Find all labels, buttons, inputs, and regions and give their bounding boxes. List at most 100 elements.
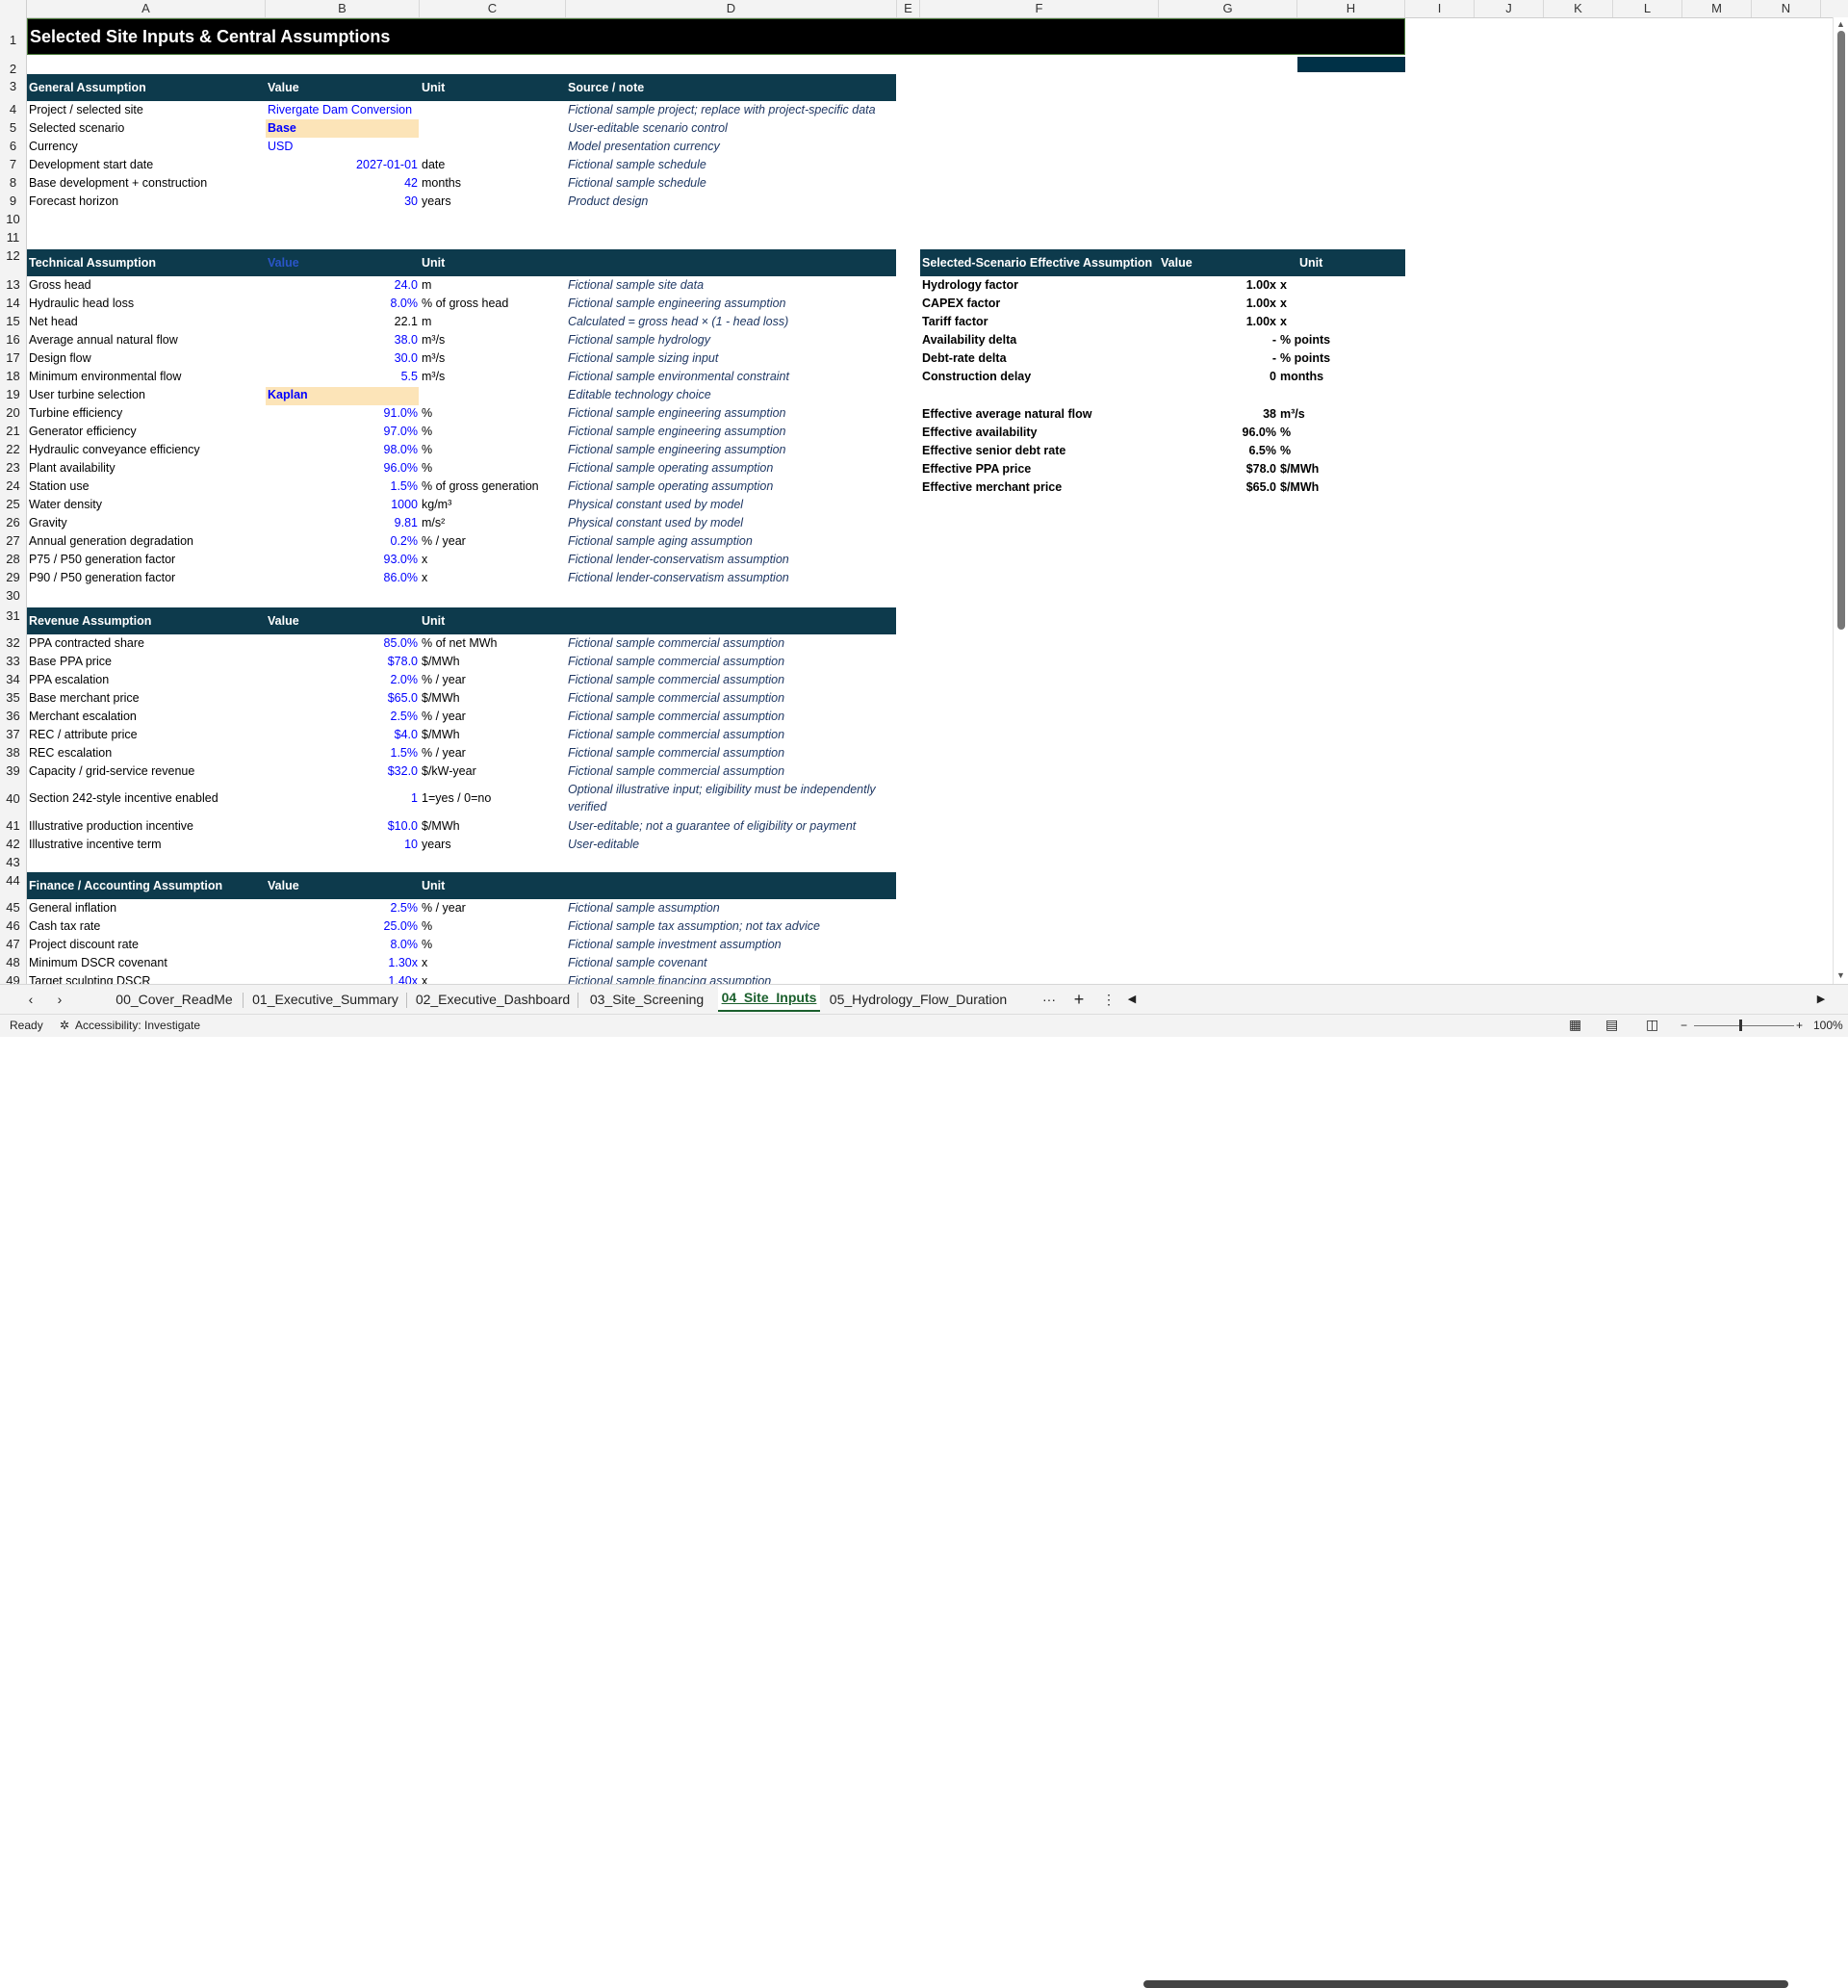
revenue-row-note[interactable]: Optional illustrative input; eligibility… xyxy=(568,781,876,799)
tab-scroll-right-icon[interactable]: › xyxy=(50,985,69,1014)
revenue-row-label[interactable]: Illustrative production incentive xyxy=(29,817,193,836)
effective-row-value[interactable]: 1.00x xyxy=(1159,295,1276,313)
zoom-in-icon[interactable]: + xyxy=(1796,1019,1803,1032)
effective-row-value[interactable]: - xyxy=(1159,331,1276,349)
row-number[interactable]: 40 xyxy=(0,791,26,806)
revenue-row-note[interactable]: Fictional sample commercial assumption xyxy=(568,671,784,689)
effective-derived-label[interactable]: Effective senior debt rate xyxy=(922,442,1065,460)
revenue-row-note-cont[interactable]: verified xyxy=(568,798,606,816)
col-K[interactable]: K xyxy=(1544,0,1613,17)
general-row-label[interactable]: Forecast horizon xyxy=(29,193,118,211)
row-number[interactable]: 2 xyxy=(0,62,26,76)
vertical-scroll-thumb[interactable] xyxy=(1837,31,1845,630)
effective-derived-value[interactable]: 96.0% xyxy=(1159,424,1276,442)
revenue-row-unit[interactable]: years xyxy=(422,836,451,854)
zoom-slider-track[interactable] xyxy=(1694,1025,1794,1026)
row-number[interactable]: 14 xyxy=(0,296,26,310)
effective-derived-label[interactable]: Effective merchant price xyxy=(922,478,1062,497)
row-number[interactable]: 44 xyxy=(0,873,26,888)
finance-row-note[interactable]: Fictional sample investment assumption xyxy=(568,936,782,954)
technical-row-note[interactable]: Fictional sample site data xyxy=(568,276,704,295)
general-row-value[interactable]: Base xyxy=(268,119,296,138)
effective-derived-value[interactable]: $65.0 xyxy=(1159,478,1276,497)
row-number[interactable]: 26 xyxy=(0,515,26,529)
revenue-row-note[interactable]: Fictional sample commercial assumption xyxy=(568,762,784,781)
revenue-row-unit[interactable]: $/MWh xyxy=(422,726,460,744)
general-row-value[interactable]: 42 xyxy=(266,174,418,193)
row-number[interactable]: 18 xyxy=(0,369,26,383)
technical-row-value[interactable]: 1.5% xyxy=(266,478,419,496)
row-number[interactable]: 10 xyxy=(0,212,26,226)
revenue-row-value[interactable]: 2.0% xyxy=(266,671,419,689)
technical-row-unit[interactable]: % xyxy=(422,423,432,441)
technical-row-unit[interactable]: m³/s xyxy=(422,368,445,386)
scroll-down-icon[interactable]: ▼ xyxy=(1836,970,1845,980)
revenue-row-note[interactable]: User-editable xyxy=(568,836,639,854)
technical-row-value[interactable]: 1000 xyxy=(266,496,418,514)
technical-row-note[interactable]: Fictional lender-conservatism assumption xyxy=(568,551,789,569)
technical-row-unit[interactable]: m xyxy=(422,313,431,331)
row-number[interactable]: 6 xyxy=(0,139,26,153)
finance-row-note[interactable]: Fictional sample financing assumption xyxy=(568,972,771,984)
finance-row-label[interactable]: Project discount rate xyxy=(29,936,139,954)
revenue-row-value[interactable]: 1.5% xyxy=(266,744,419,762)
technical-row-value[interactable]: 97.0% xyxy=(266,423,418,441)
vertical-scrollbar[interactable]: ▲ ▼ xyxy=(1833,17,1848,984)
row-number[interactable]: 28 xyxy=(0,552,26,566)
scroll-up-icon[interactable]: ▲ xyxy=(1836,19,1845,29)
general-row-value[interactable]: 30 xyxy=(266,193,418,211)
finance-row-note[interactable]: Fictional sample tax assumption; not tax… xyxy=(568,917,820,936)
technical-row-note[interactable]: Calculated = gross head × (1 - head loss… xyxy=(568,313,788,331)
tab-executive-summary[interactable]: 01_Executive_Summary xyxy=(246,985,404,1014)
finance-row-note[interactable]: Fictional sample covenant xyxy=(568,954,707,972)
col-J[interactable]: J xyxy=(1475,0,1544,17)
tab-cover-readme[interactable]: 00_Cover_ReadMe xyxy=(108,985,241,1014)
row-number[interactable]: 37 xyxy=(0,727,26,741)
technical-row-label[interactable]: P90 / P50 generation factor xyxy=(29,569,175,587)
row-number[interactable]: 16 xyxy=(0,332,26,347)
row-number[interactable]: 41 xyxy=(0,818,26,833)
technical-row-value[interactable]: 0.2% xyxy=(266,532,419,551)
revenue-row-value[interactable]: 10 xyxy=(266,836,418,854)
tab-executive-dashboard[interactable]: 02_Executive_Dashboard xyxy=(410,985,576,1014)
technical-row-note[interactable]: Fictional sample engineering assumption xyxy=(568,404,786,423)
general-row-note[interactable]: User-editable scenario control xyxy=(568,119,728,138)
revenue-row-label[interactable]: Capacity / grid-service revenue xyxy=(29,762,194,781)
technical-row-label[interactable]: Net head xyxy=(29,313,78,331)
zoom-level[interactable]: 100% xyxy=(1813,1019,1843,1032)
effective-derived-label[interactable]: Effective PPA price xyxy=(922,460,1031,478)
technical-row-unit[interactable]: m³/s xyxy=(422,331,445,349)
technical-row-label[interactable]: Minimum environmental flow xyxy=(29,368,181,386)
add-sheet-icon[interactable]: + xyxy=(1068,985,1090,1014)
general-row-label[interactable]: Selected scenario xyxy=(29,119,124,138)
revenue-row-note[interactable]: Fictional sample commercial assumption xyxy=(568,744,784,762)
technical-row-unit[interactable]: x xyxy=(422,551,427,569)
finance-row-label[interactable]: Minimum DSCR covenant xyxy=(29,954,167,972)
row-number[interactable]: 29 xyxy=(0,570,26,584)
revenue-row-note[interactable]: Fictional sample commercial assumption xyxy=(568,634,784,653)
row-number[interactable]: 30 xyxy=(0,588,26,603)
technical-row-value[interactable]: 22.1 xyxy=(266,313,418,331)
zoom-slider-thumb[interactable] xyxy=(1739,1020,1742,1031)
row-number[interactable]: 7 xyxy=(0,157,26,171)
revenue-row-label[interactable]: PPA escalation xyxy=(29,671,109,689)
effective-derived-unit[interactable]: % xyxy=(1280,424,1291,442)
revenue-row-note[interactable]: User-editable; not a guarantee of eligib… xyxy=(568,817,856,836)
col-A[interactable]: A xyxy=(27,0,266,17)
revenue-row-label[interactable]: PPA contracted share xyxy=(29,634,144,653)
sheet-menu-icon[interactable]: ⋮ xyxy=(1099,985,1118,1014)
finance-row-label[interactable]: Target sculpting DSCR xyxy=(29,972,150,984)
effective-row-unit[interactable]: x xyxy=(1280,313,1287,331)
revenue-row-label[interactable]: Base merchant price xyxy=(29,689,140,708)
row-number[interactable]: 13 xyxy=(0,277,26,292)
row-number[interactable]: 12 xyxy=(0,248,26,263)
row-number[interactable]: 1 xyxy=(0,33,26,47)
revenue-row-unit[interactable]: $/MWh xyxy=(422,817,460,836)
technical-row-note[interactable]: Fictional sample engineering assumption xyxy=(568,441,786,459)
row-number[interactable]: 49 xyxy=(0,973,26,984)
effective-derived-unit[interactable]: $/MWh xyxy=(1280,460,1319,478)
row-number[interactable]: 17 xyxy=(0,350,26,365)
hscroll-left-icon[interactable]: ◀ xyxy=(1124,985,1140,1014)
technical-row-note[interactable]: Physical constant used by model xyxy=(568,514,743,532)
effective-row-value[interactable]: 1.00x xyxy=(1159,313,1276,331)
